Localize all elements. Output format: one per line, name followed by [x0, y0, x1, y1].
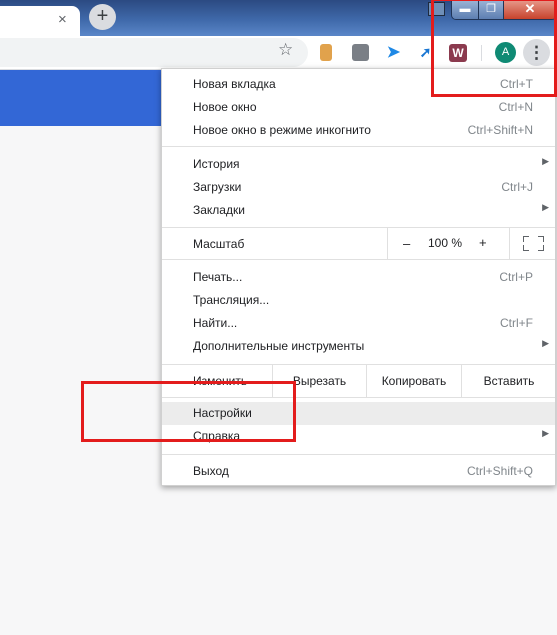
menu-item-label: Печать...	[193, 270, 243, 284]
submenu-arrow-icon: ▶	[542, 338, 549, 348]
menu-item-cast[interactable]: Трансляция...	[162, 289, 555, 312]
menu-item-exit[interactable]: Выход Ctrl+Shift+Q	[162, 460, 555, 483]
menu-item-shortcut: Ctrl+N	[498, 100, 533, 114]
submenu-arrow-icon: ▶	[542, 428, 549, 438]
zoom-out-button[interactable]: –	[403, 236, 410, 251]
annotation-box-menu-button	[431, 0, 557, 97]
fullscreen-icon	[538, 236, 544, 242]
menu-item-label: Закладки	[193, 203, 245, 217]
menu-item-downloads[interactable]: Загрузки Ctrl+J	[162, 176, 555, 199]
menu-item-label: История	[193, 157, 240, 171]
zoom-value: 100 %	[428, 236, 463, 250]
tab-close-icon[interactable]: ×	[58, 12, 67, 28]
menu-item-shortcut: Ctrl+Shift+N	[467, 123, 533, 137]
menu-divider	[162, 454, 555, 455]
menu-item-history[interactable]: История ▶	[162, 153, 555, 176]
bookmark-extension-icon[interactable]	[320, 44, 332, 61]
menu-item-label: Новая вкладка	[193, 77, 276, 91]
paste-button[interactable]: Вставить	[461, 365, 556, 397]
menu-divider	[162, 146, 555, 147]
page-header-bar	[0, 70, 161, 126]
menu-item-label: Загрузки	[193, 180, 242, 194]
menu-item-new-window[interactable]: Новое окно Ctrl+N	[162, 96, 555, 119]
menu-item-shortcut: Ctrl+J	[501, 180, 533, 194]
menu-item-bookmarks[interactable]: Закладки ▶	[162, 199, 555, 222]
submenu-arrow-icon: ▶	[542, 202, 549, 212]
zoom-label: Масштаб	[193, 237, 245, 251]
address-bar[interactable]	[0, 38, 308, 67]
new-tab-button[interactable]: +	[89, 4, 116, 30]
menu-item-shortcut: Ctrl+P	[499, 270, 533, 284]
menu-item-shortcut: Ctrl+F	[500, 316, 533, 330]
fullscreen-icon	[538, 245, 544, 251]
fullscreen-button[interactable]	[509, 227, 557, 259]
menu-item-label: Дополнительные инструменты	[193, 339, 365, 353]
menu-item-shortcut: Ctrl+Shift+Q	[466, 464, 533, 478]
menu-divider	[162, 259, 555, 260]
menu-item-find[interactable]: Найти... Ctrl+F	[162, 312, 555, 335]
copy-button[interactable]: Копировать	[366, 365, 461, 397]
gamepad-extension-icon[interactable]	[352, 44, 369, 61]
submenu-arrow-icon: ▶	[542, 156, 549, 166]
fullscreen-icon	[523, 245, 529, 251]
menu-item-label: Новое окно в режиме инкогнито	[193, 123, 371, 137]
menu-item-print[interactable]: Печать... Ctrl+P	[162, 266, 555, 289]
send-extension-icon[interactable]: ➤	[385, 44, 402, 61]
menu-item-incognito[interactable]: Новое окно в режиме инкогнито Ctrl+Shift…	[162, 119, 555, 142]
active-tab[interactable]: ×	[0, 6, 80, 36]
zoom-controls: – 100 % +	[387, 227, 556, 259]
menu-item-label: Выход	[193, 464, 229, 478]
bookmark-star-icon[interactable]: ☆	[278, 40, 293, 60]
menu-item-label: Найти...	[193, 316, 238, 330]
menu-item-label: Трансляция...	[193, 293, 270, 307]
annotation-box-settings	[81, 381, 296, 442]
menu-item-more-tools[interactable]: Дополнительные инструменты ▶	[162, 335, 555, 358]
menu-item-label: Новое окно	[193, 100, 257, 114]
fullscreen-icon	[523, 236, 529, 242]
zoom-in-button[interactable]: +	[479, 235, 487, 250]
